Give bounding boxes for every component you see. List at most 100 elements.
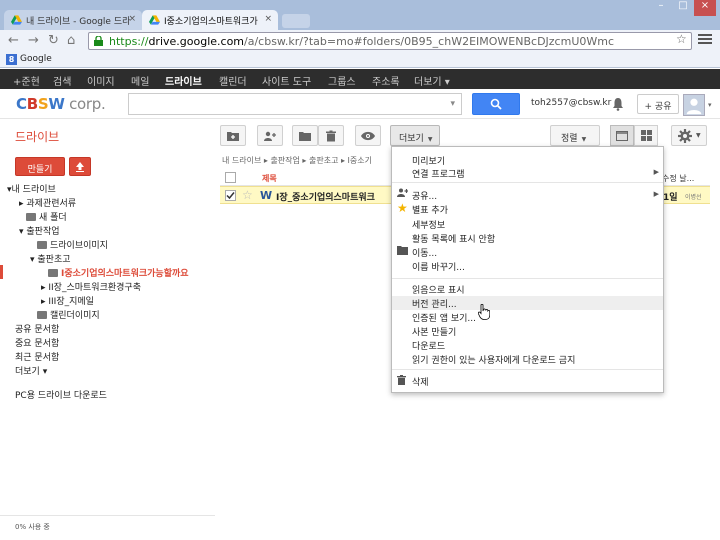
gbar-calendar[interactable]: 캘린더 — [219, 73, 247, 88]
gear-icon — [678, 129, 692, 143]
file-name[interactable]: I장_중소기업의스마트워크 — [276, 190, 375, 203]
gbar-profile[interactable]: +준현 — [13, 73, 40, 88]
menu-item-authorized-apps[interactable]: 인증된 앱 보기... — [412, 311, 476, 324]
menu-item-download[interactable]: 다운로드 — [412, 339, 445, 352]
word-document-icon: W — [260, 189, 273, 202]
tree-item-new-folder[interactable]: 새 폴더 — [26, 210, 67, 223]
bookmark-star-icon[interactable]: ☆ — [676, 32, 687, 46]
menu-item-prevent-download[interactable]: 읽기 권한이 있는 사용자에게 다운로드 금지 — [412, 353, 575, 366]
menu-item-manage-versions[interactable]: 버전 관리... — [392, 296, 663, 310]
reload-icon[interactable]: ↻ — [48, 33, 59, 48]
menu-item-move[interactable]: 이동... — [412, 246, 437, 259]
gbar-groups[interactable]: 그룹스 — [328, 73, 356, 88]
back-icon[interactable]: ← — [8, 33, 19, 48]
sidebar-item-starred[interactable]: 중요 문서함 — [15, 336, 59, 349]
grid-view-button[interactable] — [634, 125, 658, 146]
avatar[interactable] — [683, 94, 705, 116]
tree-item-chapter3[interactable]: ▸ III장_지메일 — [41, 294, 94, 307]
new-folder-button[interactable] — [220, 125, 246, 146]
sort-button[interactable]: 정렬 ▼ — [550, 125, 600, 146]
gbar-drive[interactable]: 드라이브 — [165, 73, 202, 88]
menu-item-hide-activity[interactable]: 활동 목록에 표시 안함 — [412, 232, 495, 245]
share-button[interactable]: + 공유 — [637, 94, 679, 114]
eye-icon — [361, 131, 375, 140]
close-icon[interactable]: × — [128, 14, 136, 24]
menu-item-rename[interactable]: 이름 바꾸기... — [412, 260, 465, 273]
star-icon[interactable]: ☆ — [242, 188, 253, 202]
maximize-icon[interactable]: □ — [672, 0, 694, 16]
delete-button[interactable] — [318, 125, 344, 146]
search-options-icon[interactable]: ▾ — [450, 99, 455, 109]
menu-item-details[interactable]: 세부정보 — [412, 218, 445, 231]
tree-item-current-folder[interactable]: I중소기업의스마트워크가능할까요 — [48, 266, 189, 279]
chrome-menu-icon[interactable] — [698, 34, 712, 46]
breadcrumb[interactable]: 내 드라이브 ▸ 출판작업 ▸ 출판초고 ▸ I중소기 — [222, 155, 372, 166]
search-input[interactable]: ▾ — [128, 93, 462, 115]
gbar-images[interactable]: 이미지 — [87, 73, 115, 88]
file-modified-date: 1일 — [663, 193, 678, 203]
browser-chrome: 내 드라이브 - Google 드라 × I중소기업의스마트워크가 × – □ … — [0, 0, 720, 68]
submenu-arrow-icon: ▶ — [653, 168, 659, 176]
add-person-icon — [264, 131, 276, 141]
settings-button[interactable]: ▼ — [671, 125, 707, 146]
tree-item-drive-images[interactable]: 드라이브이미지 — [37, 238, 108, 251]
menu-item-open-with[interactable]: 연결 프로그램 — [412, 167, 465, 180]
tree-item-project-docs[interactable]: ▸ 과제관련서류 — [19, 196, 76, 209]
menu-item-preview[interactable]: 미리보기 — [412, 154, 445, 167]
menu-item-add-star[interactable]: 별표 추가 — [412, 203, 448, 216]
notification-bell-icon[interactable] — [612, 97, 624, 111]
column-title[interactable]: 제목 — [262, 173, 277, 184]
search-button[interactable] — [472, 93, 520, 115]
forward-icon[interactable]: → — [28, 33, 39, 48]
gbar-mail[interactable]: 메일 — [131, 73, 149, 88]
bookmark-google[interactable]: 8 Google — [6, 54, 52, 65]
select-all-checkbox[interactable] — [225, 172, 236, 183]
upload-icon — [76, 162, 84, 172]
avatar-caret-icon[interactable]: ▾ — [708, 101, 712, 109]
tree-item-chapter2[interactable]: ▸ II장_스마트워크환경구축 — [41, 280, 141, 293]
home-icon[interactable]: ⌂ — [67, 33, 75, 48]
url-host: drive.google.com — [148, 35, 245, 48]
menu-item-make-copy[interactable]: 사본 만들기 — [412, 325, 456, 338]
tab-folder[interactable]: I중소기업의스마트워크가 × — [142, 10, 278, 30]
more-actions-button[interactable]: 더보기 ▼ — [390, 125, 440, 146]
close-window-icon[interactable]: × — [694, 0, 716, 16]
preview-button[interactable] — [355, 125, 381, 146]
pc-download-link[interactable]: PC용 드라이브 다운로드 — [15, 388, 107, 401]
add-person-button[interactable] — [257, 125, 283, 146]
sort-label: 정렬 — [561, 134, 578, 144]
tab-my-drive[interactable]: 내 드라이브 - Google 드라 × — [4, 10, 142, 30]
minimize-icon[interactable]: – — [650, 0, 672, 16]
address-bar[interactable]: https://drive.google.com/a/cbsw.kr/?tab=… — [88, 32, 692, 50]
gbar-more[interactable]: 더보기 ▾ — [414, 73, 450, 88]
tree-item-publishing[interactable]: ▾ 출판작업 — [19, 224, 60, 237]
column-modified[interactable]: 수정 날... — [662, 173, 694, 184]
drive-icon — [149, 15, 160, 25]
row-checkbox[interactable] — [225, 190, 236, 201]
menu-item-share[interactable]: 공유... — [412, 189, 437, 202]
user-email[interactable]: toh2557@cbsw.kr — [531, 98, 611, 108]
tab-label: I중소기업의스마트워크가 — [164, 17, 258, 27]
menu-item-mark-read[interactable]: 읽음으로 표시 — [412, 283, 465, 296]
menu-item-delete[interactable]: 삭제 — [412, 375, 429, 388]
move-folder-button[interactable] — [292, 125, 318, 146]
gbar-sites[interactable]: 사이트 도구 — [262, 73, 311, 88]
page-title[interactable]: 드라이브 — [15, 128, 59, 145]
gbar-contacts[interactable]: 주소록 — [372, 73, 400, 88]
tree-item-my-drive[interactable]: ▾내 드라이브 — [7, 182, 56, 195]
upload-button[interactable] — [69, 157, 91, 176]
sidebar-item-recent[interactable]: 최근 문서함 — [15, 350, 59, 363]
list-view-button[interactable] — [610, 125, 634, 146]
sidebar-item-more[interactable]: 더보기 ▾ — [15, 364, 47, 377]
close-icon[interactable]: × — [264, 14, 272, 24]
sidebar-divider — [0, 515, 215, 516]
new-tab-button[interactable] — [282, 14, 310, 28]
create-button[interactable]: 만들기 — [15, 157, 65, 176]
more-actions-label: 더보기 — [399, 134, 424, 144]
menu-divider — [392, 182, 663, 183]
tree-item-drafts[interactable]: ▾ 출판초고 — [30, 252, 71, 265]
gbar-search[interactable]: 검색 — [53, 73, 71, 88]
sidebar-item-shared[interactable]: 공유 문서함 — [15, 322, 59, 335]
tree-item-calendar-images[interactable]: 캘린더이미지 — [37, 308, 100, 321]
folder-icon — [299, 131, 311, 141]
